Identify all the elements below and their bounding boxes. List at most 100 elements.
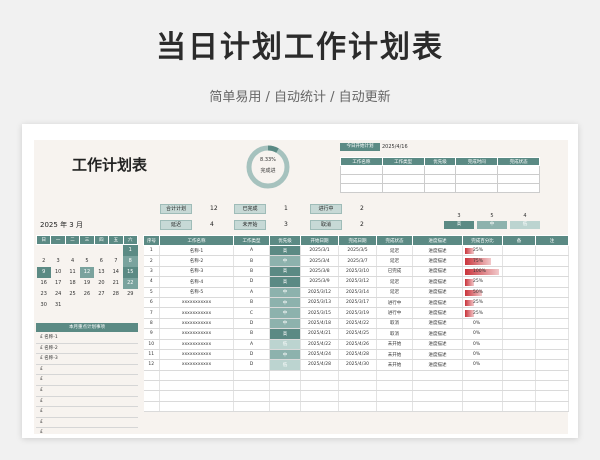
- completion-percent[interactable]: 0%: [462, 318, 503, 330]
- focus-item[interactable]: £: [36, 418, 138, 429]
- note-cell[interactable]: [535, 401, 569, 413]
- note-cell[interactable]: [535, 318, 569, 330]
- completion-percent[interactable]: 0%: [462, 349, 503, 361]
- note-cell[interactable]: [502, 307, 536, 319]
- work-type[interactable]: A: [233, 245, 270, 257]
- status-cell[interactable]: [376, 370, 413, 382]
- status-cell[interactable]: [376, 380, 413, 392]
- work-type[interactable]: D: [233, 318, 270, 330]
- work-type[interactable]: D: [233, 359, 270, 371]
- start-date[interactable]: [300, 390, 339, 402]
- work-type[interactable]: [233, 390, 270, 402]
- note-cell[interactable]: [502, 245, 536, 257]
- year-value[interactable]: 2025: [40, 221, 58, 229]
- calendar-day[interactable]: 11: [65, 267, 79, 278]
- end-date[interactable]: [338, 401, 377, 413]
- progress-description[interactable]: 进度描述: [412, 245, 463, 257]
- work-type[interactable]: A: [233, 339, 270, 350]
- month-selector[interactable]: 2025 年 3 月: [40, 220, 83, 230]
- start-date[interactable]: 2025/4/18: [300, 318, 339, 330]
- priority-cell[interactable]: 低: [269, 359, 301, 371]
- note-cell[interactable]: [502, 401, 536, 413]
- note-cell[interactable]: [535, 349, 569, 361]
- work-name[interactable]: xxxxxxxxxxx: [159, 318, 234, 330]
- end-date[interactable]: 2025/4/30: [338, 359, 377, 371]
- status-cell[interactable]: 延迟: [376, 276, 413, 288]
- completion-percent[interactable]: [462, 370, 503, 382]
- note-cell[interactable]: [535, 359, 569, 371]
- priority-cell[interactable]: [269, 370, 301, 382]
- status-cell[interactable]: 延迟: [376, 287, 413, 298]
- end-date[interactable]: 2025/4/28: [338, 349, 377, 361]
- progress-description[interactable]: 进度描述: [412, 297, 463, 309]
- end-date[interactable]: 2025/3/7: [338, 255, 377, 267]
- note-cell[interactable]: [502, 328, 536, 340]
- progress-description[interactable]: 进度描述: [412, 349, 463, 361]
- completion-percent[interactable]: 0%: [462, 339, 503, 350]
- status-cell[interactable]: 未开始: [376, 359, 413, 371]
- completion-percent[interactable]: 25%: [462, 276, 503, 288]
- start-date[interactable]: 2025/4/28: [300, 359, 339, 371]
- note-cell[interactable]: [535, 276, 569, 288]
- focus-item[interactable]: £: [36, 397, 138, 408]
- calendar-day[interactable]: 18: [65, 278, 79, 289]
- work-name[interactable]: xxxxxxxxxxx: [159, 339, 234, 350]
- focus-item[interactable]: £: [36, 428, 138, 438]
- priority-cell[interactable]: 中: [269, 349, 301, 361]
- start-date[interactable]: 2025/3/4: [300, 255, 339, 267]
- progress-description[interactable]: 进度描述: [412, 276, 463, 288]
- work-type[interactable]: [233, 370, 270, 382]
- mini-table-cell[interactable]: [381, 165, 425, 175]
- mini-table-cell[interactable]: [497, 165, 540, 175]
- calendar-day[interactable]: 25: [65, 289, 79, 300]
- start-date[interactable]: [300, 380, 339, 392]
- start-date[interactable]: 2025/3/1: [300, 245, 339, 257]
- note-cell[interactable]: [535, 370, 569, 382]
- priority-cell[interactable]: 中: [269, 318, 301, 330]
- end-date[interactable]: 2025/3/12: [338, 276, 377, 288]
- priority-cell[interactable]: 中: [269, 297, 301, 309]
- calendar-day[interactable]: 13: [94, 267, 108, 278]
- priority-cell[interactable]: [269, 380, 301, 392]
- status-cell[interactable]: 进行中: [376, 307, 413, 319]
- calendar-day[interactable]: 27: [94, 289, 108, 300]
- work-name[interactable]: xxxxxxxxxxx: [159, 297, 234, 309]
- note-cell[interactable]: [502, 359, 536, 371]
- completion-percent[interactable]: 50%: [462, 287, 503, 298]
- calendar-day[interactable]: 6: [94, 256, 108, 267]
- calendar-day[interactable]: 23: [37, 289, 51, 300]
- completion-percent[interactable]: [462, 401, 503, 413]
- note-cell[interactable]: [535, 339, 569, 350]
- note-cell[interactable]: [535, 307, 569, 319]
- status-cell[interactable]: 未开始: [376, 349, 413, 361]
- priority-cell[interactable]: 高: [269, 245, 301, 257]
- end-date[interactable]: 2025/3/5: [338, 245, 377, 257]
- calendar-day[interactable]: 16: [37, 278, 51, 289]
- mini-table-cell[interactable]: [340, 174, 383, 184]
- completion-percent[interactable]: 25%: [462, 297, 503, 309]
- note-cell[interactable]: [502, 266, 536, 278]
- focus-item[interactable]: £: [36, 365, 138, 376]
- focus-item[interactable]: £ 名称-2: [36, 344, 138, 355]
- priority-cell[interactable]: 中: [269, 307, 301, 319]
- focus-item[interactable]: £: [36, 375, 138, 386]
- calendar-day[interactable]: 29: [123, 289, 137, 300]
- work-name[interactable]: [159, 401, 234, 413]
- end-date[interactable]: 2025/3/17: [338, 297, 377, 309]
- work-name[interactable]: xxxxxxxxxxx: [159, 349, 234, 361]
- completion-percent[interactable]: 25%: [462, 245, 503, 257]
- status-cell[interactable]: 取消: [376, 318, 413, 330]
- completion-percent[interactable]: [462, 380, 503, 392]
- work-name[interactable]: xxxxxxxxxxx: [159, 328, 234, 340]
- note-cell[interactable]: [502, 287, 536, 298]
- work-type[interactable]: B: [233, 328, 270, 340]
- work-name[interactable]: 名称-3: [159, 266, 234, 278]
- calendar-day[interactable]: 2: [37, 256, 51, 267]
- calendar-day[interactable]: 12: [79, 266, 95, 278]
- focus-item[interactable]: £ 名称-1: [36, 333, 138, 344]
- work-name[interactable]: 名称-4: [159, 276, 234, 288]
- end-date[interactable]: 2025/4/26: [338, 339, 377, 350]
- status-cell[interactable]: 进行中: [376, 297, 413, 309]
- note-cell[interactable]: [535, 266, 569, 278]
- completion-percent[interactable]: 100%: [462, 266, 503, 278]
